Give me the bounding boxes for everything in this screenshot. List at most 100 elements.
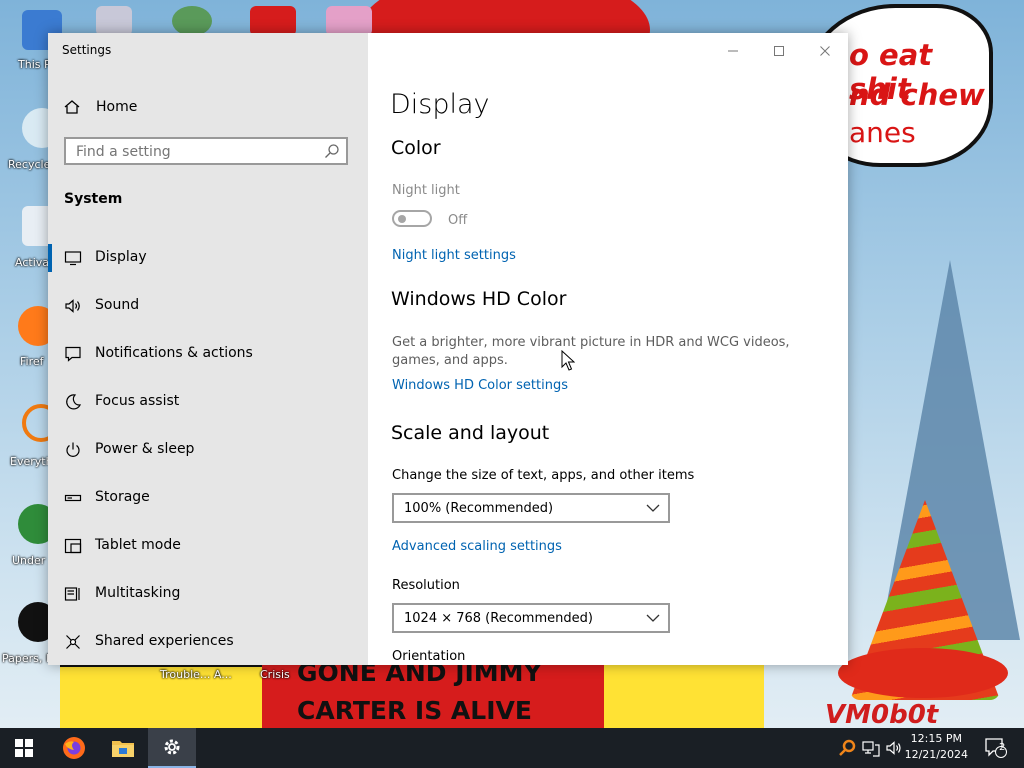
sidebar-item-label: Multitasking [95, 585, 181, 601]
sidebar-item-sound[interactable]: Sound [48, 286, 368, 326]
notification-count: 2 [999, 742, 1006, 753]
sidebar-item-multitasking[interactable]: Multitasking [48, 574, 368, 614]
tablet-icon [64, 538, 82, 554]
window-title: Settings [62, 43, 112, 57]
minimize-icon [728, 50, 738, 52]
section-label: System [64, 191, 123, 207]
clock-date: 12/21/2024 [904, 748, 968, 761]
wallpaper-mascot-right [604, 664, 764, 728]
moon-icon [66, 394, 82, 410]
sidebar-item-label: Storage [95, 489, 150, 505]
settings-sidebar: Settings Home System Display Sound Notif [48, 33, 368, 665]
maximize-button[interactable] [756, 41, 802, 61]
search-icon[interactable] [324, 143, 340, 159]
home-label: Home [96, 99, 138, 115]
home-nav-item[interactable]: Home [64, 95, 137, 119]
action-center-button[interactable]: 2 [972, 728, 1020, 768]
wallpaper-watermark: VM0b0t [825, 700, 939, 730]
speech-line-3: anes [849, 116, 916, 149]
night-light-settings-link[interactable]: Night light settings [392, 248, 516, 263]
settings-content: Display Color Night light Off Night ligh… [368, 33, 848, 665]
sidebar-item-power-sleep[interactable]: Power & sleep [48, 430, 368, 470]
desktop-top-icon[interactable] [172, 6, 212, 36]
desktop-top-icon[interactable] [96, 6, 132, 36]
night-light-state: Off [448, 213, 468, 228]
gear-icon [164, 739, 180, 755]
sidebar-item-shared-experiences[interactable]: Shared experiences [48, 622, 368, 662]
speech-line-2: nd chew [849, 78, 985, 112]
desktop-icon-label: Crisis [260, 668, 290, 681]
color-heading: Color [391, 137, 441, 159]
sidebar-item-tablet-mode[interactable]: Tablet mode [48, 526, 368, 566]
firefox-icon [63, 737, 85, 759]
desktop-icon-label: Trouble... A... [160, 668, 232, 681]
wallpaper-cone-base [838, 648, 1008, 698]
speaker-icon [65, 299, 80, 313]
everything-tray-icon[interactable] [838, 739, 856, 757]
mcdonalds-icon[interactable] [250, 6, 296, 36]
clock-time: 12:15 PM [910, 732, 962, 745]
hd-color-settings-link[interactable]: Windows HD Color settings [392, 378, 568, 393]
desktop-icon-label: Firef [20, 355, 44, 368]
hd-color-heading: Windows HD Color [391, 288, 567, 310]
chevron-down-icon [646, 504, 660, 512]
settings-window: Settings Home System Display Sound Notif [48, 33, 848, 665]
resolution-dropdown-value: 1024 × 768 (Recommended) [404, 611, 593, 626]
desktop-icon-label: Everyth [10, 455, 53, 468]
start-button[interactable] [0, 728, 48, 768]
page-title: Display [390, 89, 490, 120]
power-icon [66, 442, 80, 457]
chevron-down-icon [646, 614, 660, 622]
taskbar: 12:15 PM 12/21/2024 2 [0, 728, 1024, 768]
close-button[interactable] [802, 41, 848, 61]
monitor-icon [64, 251, 82, 266]
sidebar-item-label: Power & sleep [95, 441, 195, 457]
desktop-top-icon[interactable] [326, 6, 372, 36]
search-input[interactable] [66, 139, 328, 165]
sidebar-item-label: Display [95, 249, 147, 265]
wallpaper-banner: GONE AND JIMMY CARTER IS ALIVE [262, 658, 604, 728]
sidebar-item-label: Notifications & actions [95, 345, 253, 361]
resolution-dropdown[interactable]: 1024 × 768 (Recommended) [392, 603, 670, 633]
sidebar-item-focus-assist[interactable]: Focus assist [48, 382, 368, 422]
sidebar-item-label: Shared experiences [95, 633, 234, 649]
message-icon [65, 346, 81, 362]
desktop-icon-label: This P [18, 58, 51, 71]
desktop-icon-label: Under [12, 554, 46, 567]
mouse-cursor-icon [561, 350, 575, 371]
orientation-label: Orientation [392, 649, 466, 664]
sidebar-item-label: Sound [95, 297, 140, 313]
sidebar-item-label: Tablet mode [95, 537, 181, 553]
search-box[interactable] [64, 137, 348, 165]
banner-line-2: CARTER IS ALIVE [297, 696, 532, 725]
share-icon [66, 635, 80, 649]
clock[interactable]: 12:15 PM 12/21/2024 [905, 731, 968, 763]
windows-logo-icon [15, 739, 33, 757]
close-icon [820, 46, 830, 56]
scale-dropdown[interactable]: 100% (Recommended) [392, 493, 670, 523]
folder-icon [112, 741, 134, 757]
minimize-button[interactable] [710, 41, 756, 61]
taskbar-firefox-button[interactable] [50, 728, 98, 768]
drive-icon [64, 494, 82, 502]
taskbar-explorer-button[interactable] [99, 728, 147, 768]
sidebar-item-notifications[interactable]: Notifications & actions [48, 334, 368, 374]
scale-size-label: Change the size of text, apps, and other… [392, 468, 695, 483]
night-light-toggle[interactable] [392, 210, 432, 227]
taskbar-settings-button[interactable] [148, 728, 196, 768]
scale-dropdown-value: 100% (Recommended) [404, 501, 554, 516]
desktop-icon-label: Recycle [8, 158, 51, 171]
hd-color-description: Get a brighter, more vibrant picture in … [392, 335, 790, 368]
volume-icon[interactable] [886, 740, 902, 756]
home-icon [64, 100, 80, 114]
resolution-label: Resolution [392, 578, 460, 593]
advanced-scaling-link[interactable]: Advanced scaling settings [392, 539, 562, 554]
network-icon[interactable] [862, 741, 880, 757]
sidebar-item-storage[interactable]: Storage [48, 478, 368, 518]
sidebar-item-label: Focus assist [95, 393, 180, 409]
toggle-knob [398, 215, 406, 223]
desktop-icon-label: Activa [15, 256, 49, 269]
maximize-icon [774, 46, 784, 56]
multitask-icon [64, 587, 80, 601]
sidebar-item-display[interactable]: Display [48, 238, 368, 278]
